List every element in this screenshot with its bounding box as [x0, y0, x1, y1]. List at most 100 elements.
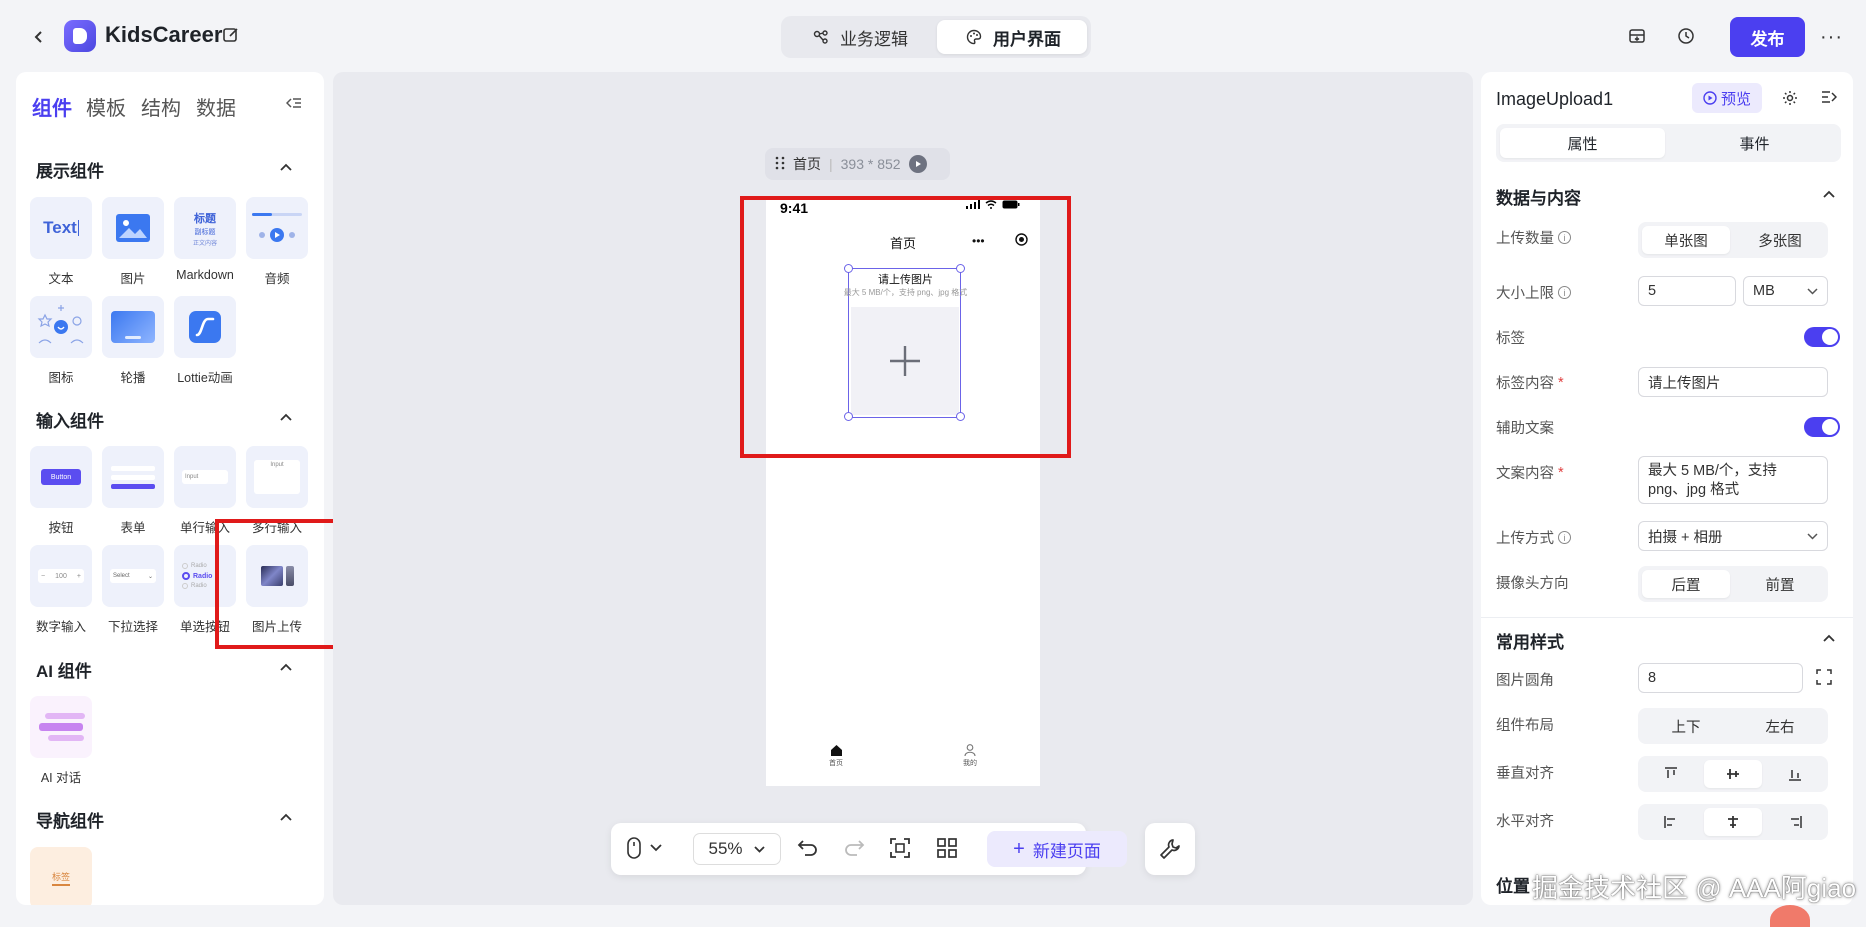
tab-structure[interactable]: 结构: [141, 92, 181, 121]
tabbar-home[interactable]: 首页: [816, 744, 856, 768]
undo-icon[interactable]: [797, 837, 819, 862]
fit-screen-icon[interactable]: [889, 837, 911, 862]
image-radius-input[interactable]: 8: [1638, 663, 1803, 693]
component-lottie[interactable]: Lottie动画: [174, 296, 236, 386]
highlight-box: [215, 519, 348, 649]
edit-icon[interactable]: [222, 26, 242, 46]
property-tabs: 属性 事件: [1496, 124, 1841, 162]
highlight-box: [740, 196, 1071, 458]
tab-components[interactable]: 组件: [32, 92, 72, 121]
component-ai-chat[interactable]: AI 对话: [30, 696, 92, 786]
tag-content-label: 标签内容 *: [1496, 374, 1564, 393]
drag-handle-icon[interactable]: [775, 156, 785, 173]
option-front-camera[interactable]: 前置: [1736, 570, 1824, 598]
tab-data[interactable]: 数据: [196, 92, 236, 121]
helper-text-toggle[interactable]: [1804, 417, 1840, 437]
new-page-button[interactable]: + 新建页面: [987, 831, 1127, 867]
option-layout-horizontal[interactable]: 左右: [1736, 712, 1824, 740]
component-text[interactable]: Text 文本: [30, 197, 92, 287]
chevron-up-icon[interactable]: [1821, 630, 1837, 649]
component-audio[interactable]: 音频: [246, 197, 308, 287]
component-markdown[interactable]: 标题 副标题 正文内容 Markdown: [174, 197, 236, 282]
gear-icon[interactable]: [1781, 89, 1799, 110]
option-multi-image[interactable]: 多张图: [1736, 226, 1824, 254]
tab-events[interactable]: 事件: [1672, 128, 1837, 158]
component-form[interactable]: 表单: [102, 446, 164, 536]
preview-button[interactable]: 预览: [1692, 83, 1762, 113]
tab-business-logic-label: 业务逻辑: [840, 29, 908, 49]
play-icon[interactable]: [908, 155, 927, 173]
chevron-up-icon[interactable]: [1821, 186, 1837, 205]
size-limit-input[interactable]: 5: [1638, 276, 1736, 306]
redo-icon[interactable]: [843, 837, 865, 862]
horizontal-align-label: 水平对齐: [1496, 814, 1554, 830]
markdown-thumb: 标题 副标题 正文内容: [174, 197, 236, 259]
pointer-tool[interactable]: [627, 837, 663, 859]
tag-toggle[interactable]: [1804, 327, 1840, 347]
text-content-textarea[interactable]: 最大 5 MB/个，支持 png、jpg 格式: [1638, 456, 1828, 504]
more-icon[interactable]: ···: [1820, 26, 1843, 49]
page-indicator[interactable]: 首页 | 393 * 852: [765, 148, 950, 180]
helper-text-label: 辅助文案: [1496, 421, 1554, 437]
history-icon[interactable]: [1675, 25, 1697, 47]
section-display-title: 展示组件: [36, 162, 104, 181]
component-icon[interactable]: 图标: [30, 296, 92, 386]
expand-corners-icon[interactable]: [1816, 669, 1832, 688]
properties-panel: ImageUpload1 预览 属性 事件 数据与内容 上传数量 i 单张图 多张…: [1481, 72, 1853, 905]
size-limit-label: 大小上限 i: [1496, 282, 1571, 303]
watermark: 掘金技术社区 @ AAA阿giao: [1532, 873, 1857, 903]
component-carousel[interactable]: 轮播: [102, 296, 164, 386]
collapse-panel-icon[interactable]: [285, 96, 302, 113]
tab-properties[interactable]: 属性: [1500, 128, 1665, 158]
section-common-style-title: 常用样式: [1496, 633, 1564, 652]
collapse-right-icon[interactable]: [1821, 89, 1838, 108]
play-circle-icon: [1703, 91, 1717, 105]
tab-user-interface-label: 用户界面: [993, 29, 1061, 49]
zoom-select[interactable]: 55%: [693, 833, 781, 865]
align-center-icon[interactable]: [1704, 808, 1762, 836]
tab-templates[interactable]: 模板: [86, 92, 126, 121]
publish-button[interactable]: 发布: [1730, 17, 1805, 57]
back-icon[interactable]: [26, 24, 52, 50]
align-bottom-icon[interactable]: [1766, 760, 1824, 788]
wrench-icon[interactable]: [1145, 823, 1195, 875]
tab-user-interface[interactable]: 用户界面: [937, 20, 1087, 54]
info-icon: i: [1558, 286, 1571, 299]
tag-content-input[interactable]: 请上传图片: [1638, 367, 1828, 397]
component-tabs[interactable]: 标签: [30, 847, 92, 905]
tabbar-mine[interactable]: 我的: [950, 744, 990, 768]
align-left-icon[interactable]: [1642, 808, 1700, 836]
option-rear-camera[interactable]: 后置: [1642, 570, 1730, 598]
component-dropdown[interactable]: Select ⌄ 下拉选择: [102, 545, 164, 635]
textarea-thumb: Input: [246, 446, 308, 508]
align-top-icon[interactable]: [1642, 760, 1700, 788]
chevron-up-icon[interactable]: [278, 159, 296, 177]
app-logo: [64, 20, 96, 52]
chevron-up-icon[interactable]: [278, 809, 296, 827]
chevron-up-icon[interactable]: [278, 659, 296, 677]
size-unit-select[interactable]: MB: [1743, 276, 1828, 306]
section-position-title: 位置: [1496, 877, 1530, 896]
chevron-down-icon: [753, 845, 765, 853]
component-number-input[interactable]: −100 + 数字输入: [30, 545, 92, 635]
component-library-panel: 组件 模板 结构 数据 展示组件 Text 文本 图片 标题 副标题 正文内容 …: [16, 72, 324, 905]
grid-icon[interactable]: [936, 837, 958, 862]
align-right-icon[interactable]: [1766, 808, 1824, 836]
zoom-level: 55%: [708, 839, 743, 858]
tab-business-logic[interactable]: 业务逻辑: [785, 20, 933, 54]
tag-label: 标签: [1496, 331, 1525, 347]
option-layout-vertical[interactable]: 上下: [1642, 712, 1730, 740]
component-button[interactable]: Button 按钮: [30, 446, 92, 536]
align-middle-icon[interactable]: [1704, 760, 1762, 788]
info-icon: i: [1558, 231, 1571, 244]
option-single-image[interactable]: 单张图: [1642, 226, 1730, 254]
component-name: ImageUpload1: [1496, 89, 1614, 109]
input-thumb: Input: [174, 446, 236, 508]
ai-chat-thumb: [30, 696, 92, 758]
archive-icon[interactable]: [1626, 25, 1648, 47]
lottie-icon: [174, 296, 236, 358]
chevron-up-icon[interactable]: [278, 409, 296, 427]
form-thumb: [102, 446, 164, 508]
upload-method-select[interactable]: 拍摄 + 相册: [1638, 521, 1828, 551]
component-image[interactable]: 图片: [102, 197, 164, 287]
